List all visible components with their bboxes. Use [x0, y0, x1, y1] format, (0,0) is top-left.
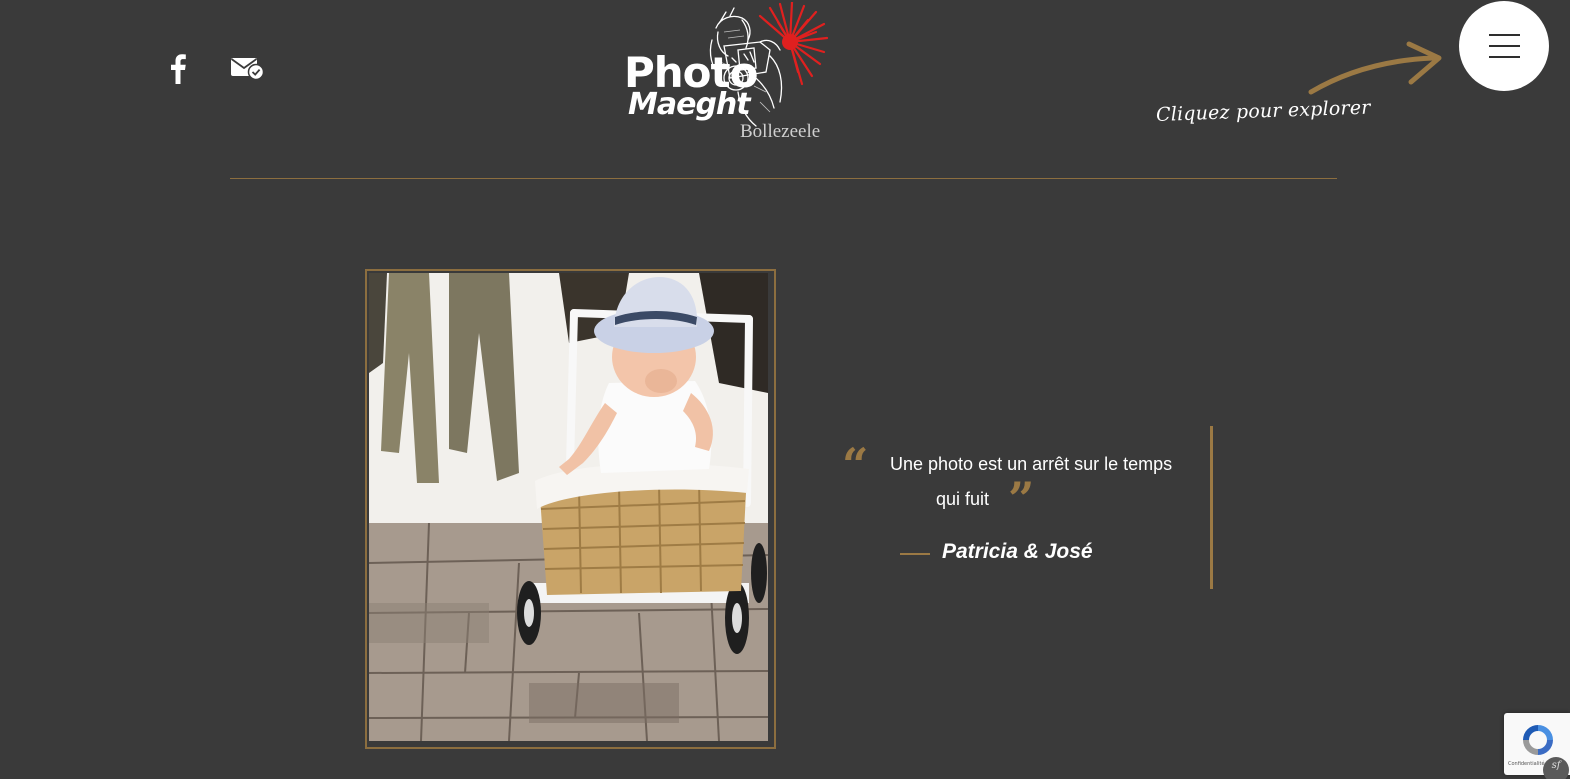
quote-vertical-rule — [1210, 426, 1213, 589]
logo-subtitle: Bollezeele — [740, 121, 821, 142]
hamburger-icon — [1488, 34, 1520, 36]
email-link[interactable] — [192, 54, 266, 87]
hamburger-icon-bar — [1488, 45, 1520, 47]
explore-hint: Cliquez pour explorer — [1155, 96, 1371, 126]
hamburger-icon-bar — [1488, 56, 1520, 58]
facebook-icon — [171, 54, 186, 84]
social-links — [164, 52, 266, 89]
page: Photo Maeght Bollezeele Cliquez pour exp… — [0, 0, 1570, 779]
recaptcha-icon — [1523, 725, 1553, 755]
site-logo[interactable]: Photo Maeght Bollezeele — [620, 2, 834, 152]
baby-photo — [369, 273, 768, 741]
symfony-icon[interactable]: sf — [1543, 757, 1569, 779]
arrow-icon — [1308, 41, 1442, 95]
logo-word-maeght: Maeght — [628, 87, 751, 122]
header-divider — [230, 178, 1337, 179]
author-dash — [900, 553, 930, 555]
facebook-link[interactable] — [164, 52, 192, 89]
recaptcha-privacy-link[interactable]: Confidentialité — [1508, 761, 1545, 767]
open-quote-icon: “ — [842, 438, 869, 492]
mail-check-icon — [230, 58, 265, 81]
featured-photo — [365, 269, 776, 749]
quote-text-line2: qui fuit — [936, 489, 990, 509]
quote-author: Patricia & José — [942, 540, 1093, 563]
close-quote-icon: ” — [1008, 472, 1035, 526]
menu-button[interactable] — [1459, 1, 1549, 91]
testimonial: “ Une photo est un arrêt sur le temps qu… — [838, 426, 1213, 589]
